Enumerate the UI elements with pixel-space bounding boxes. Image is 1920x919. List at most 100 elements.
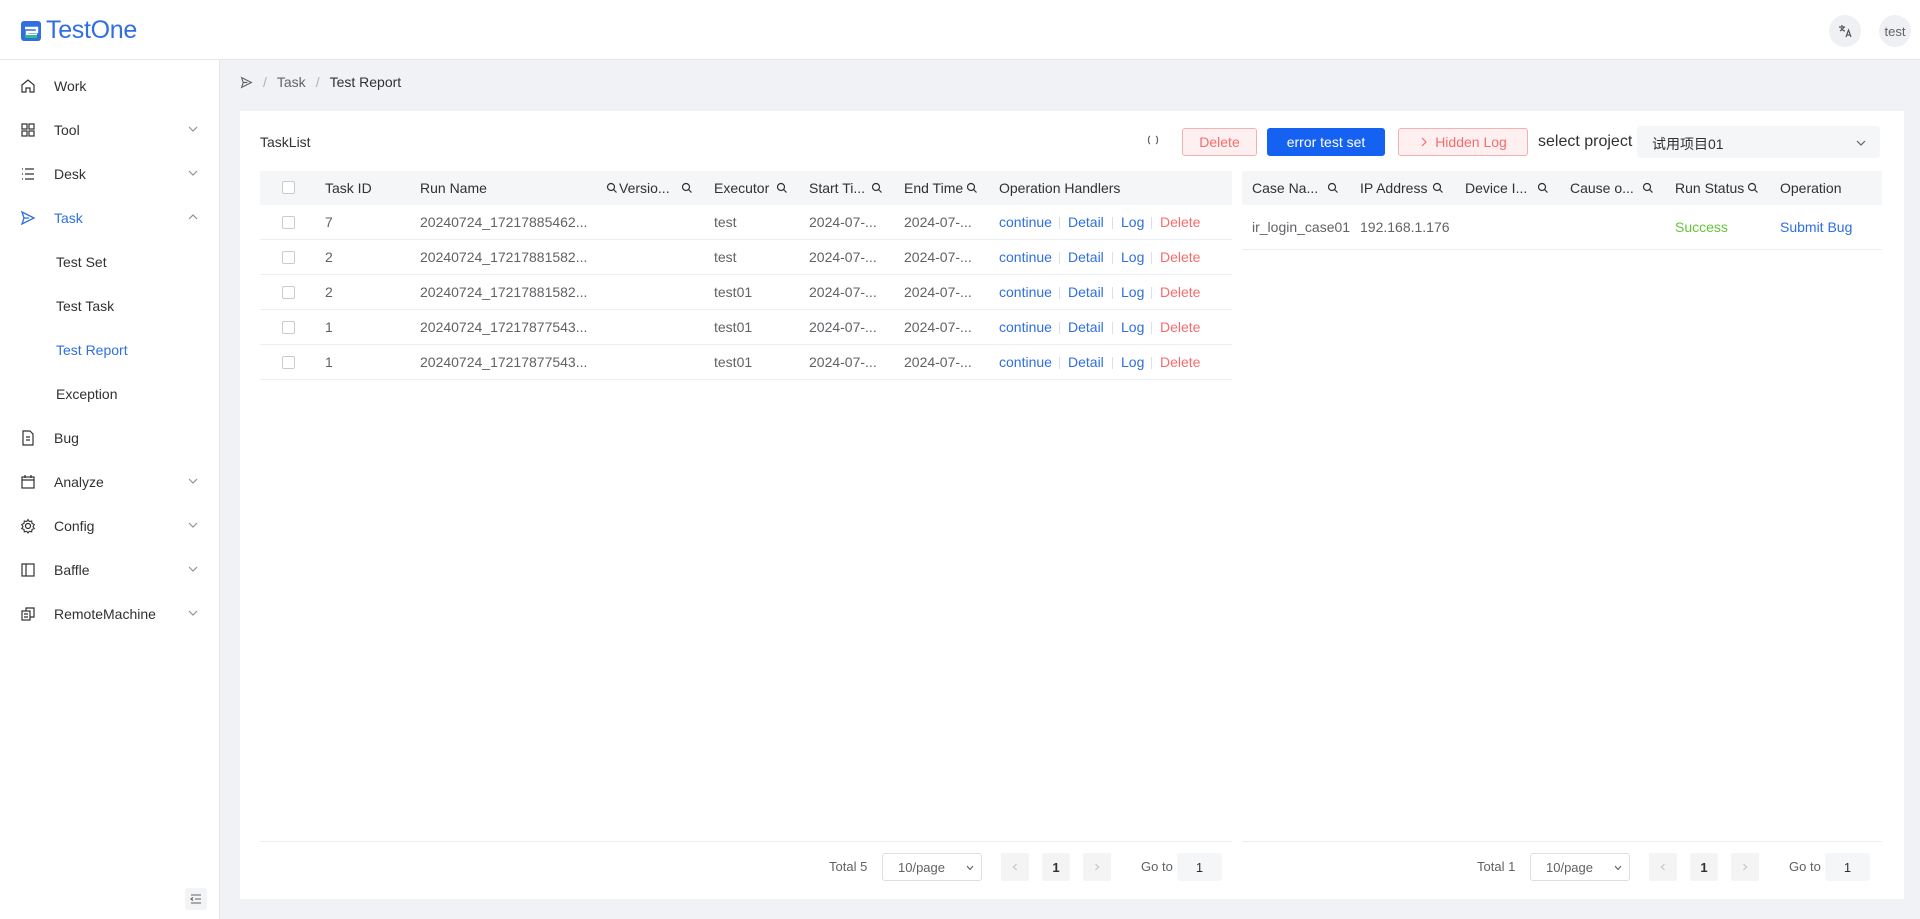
sidebar-subitem-exception[interactable]: Exception — [0, 372, 219, 416]
column-header: Device I... — [1465, 180, 1528, 196]
table-row[interactable]: 1 20240724_17217877543... test01 2024-07… — [260, 310, 1232, 345]
next-page-button[interactable] — [1731, 853, 1759, 881]
executor: test — [714, 249, 737, 265]
sidebar-collapse-button[interactable] — [185, 888, 207, 910]
task-table-header: Task ID Run Name Versio... Executor Star… — [260, 171, 1232, 205]
log-link[interactable]: Log — [1121, 284, 1144, 300]
action-divider — [1112, 287, 1113, 299]
continue-link[interactable]: continue — [999, 354, 1052, 370]
search-icon[interactable] — [1747, 182, 1759, 194]
error-test-set-button[interactable]: error test set — [1267, 128, 1385, 156]
log-link[interactable]: Log — [1121, 214, 1144, 230]
task-id: 2 — [325, 249, 333, 265]
search-icon[interactable] — [1537, 182, 1549, 194]
delete-link[interactable]: Delete — [1160, 319, 1200, 335]
page-size-select[interactable]: 10/page — [1530, 853, 1630, 881]
search-icon[interactable] — [1642, 182, 1654, 194]
ip-address: 192.168.1.176 — [1360, 219, 1450, 235]
gear-icon — [20, 518, 36, 534]
row-checkbox[interactable] — [282, 356, 295, 369]
detail-link[interactable]: Detail — [1068, 249, 1104, 265]
sidebar-item-label: RemoteMachine — [54, 606, 156, 622]
action-divider — [1112, 357, 1113, 369]
row-checkbox[interactable] — [282, 216, 295, 229]
action-divider — [1151, 357, 1152, 369]
run-name: 20240724_17217881582... — [420, 249, 588, 265]
search-icon[interactable] — [871, 182, 883, 194]
table-row[interactable]: 7 20240724_17217885462... test 2024-07-.… — [260, 205, 1232, 240]
chevron-down-icon — [188, 566, 198, 572]
sidebar-item-analyze[interactable]: Analyze — [0, 460, 219, 504]
hidden-log-button[interactable]: Hidden Log — [1398, 128, 1528, 156]
sidebar-item-desk[interactable]: Desk — [0, 152, 219, 196]
end-time: 2024-07-... — [904, 319, 972, 335]
search-icon[interactable] — [776, 182, 788, 194]
user-avatar[interactable]: test — [1879, 15, 1911, 47]
project-select[interactable]: 试用项目01 — [1637, 126, 1880, 158]
sidebar-item-work[interactable]: Work — [0, 64, 219, 108]
delete-link[interactable]: Delete — [1160, 249, 1200, 265]
prev-page-button[interactable] — [1649, 853, 1677, 881]
row-checkbox[interactable] — [282, 321, 295, 334]
table-row[interactable]: 1 20240724_17217877543... test01 2024-07… — [260, 345, 1232, 380]
search-icon[interactable] — [681, 182, 693, 194]
sidebar-item-baffle[interactable]: Baffle — [0, 548, 219, 592]
sidebar-item-bug[interactable]: Bug — [0, 416, 219, 460]
log-link[interactable]: Log — [1121, 249, 1144, 265]
select-all-checkbox[interactable] — [282, 181, 295, 194]
page-number[interactable]: 1 — [1690, 853, 1718, 881]
goto-input[interactable]: 1 — [1825, 853, 1870, 881]
detail-link[interactable]: Detail — [1068, 354, 1104, 370]
search-icon[interactable] — [1327, 182, 1339, 194]
column-header: Versio... — [619, 180, 670, 196]
chevron-down-icon — [1614, 865, 1622, 871]
sidebar-subitem-test-task[interactable]: Test Task — [0, 284, 219, 328]
breadcrumb-task[interactable]: Task — [277, 74, 306, 90]
app-name: TestOne — [46, 16, 138, 44]
sidebar-item-remotemachine[interactable]: RemoteMachine — [0, 592, 219, 636]
sidebar-subitem-label: Exception — [56, 386, 118, 402]
log-link[interactable]: Log — [1121, 354, 1144, 370]
continue-link[interactable]: continue — [999, 284, 1052, 300]
row-checkbox[interactable] — [282, 286, 295, 299]
breadcrumb-separator: / — [263, 74, 267, 90]
table-row[interactable]: 2 20240724_17217881582... test 2024-07-.… — [260, 240, 1232, 275]
submit-bug-link[interactable]: Submit Bug — [1780, 219, 1852, 235]
sidebar-item-config[interactable]: Config — [0, 504, 219, 548]
sidebar-subitem-test-report[interactable]: Test Report — [0, 328, 219, 372]
action-divider — [1151, 322, 1152, 334]
sidebar-subitem-label: Test Set — [56, 254, 107, 270]
log-link[interactable]: Log — [1121, 319, 1144, 335]
detail-link[interactable]: Detail — [1068, 214, 1104, 230]
continue-link[interactable]: continue — [999, 319, 1052, 335]
refresh-icon[interactable] — [1145, 132, 1161, 148]
delete-button[interactable]: Delete — [1182, 128, 1257, 156]
hidden-log-label: Hidden Log — [1435, 134, 1507, 150]
row-checkbox[interactable] — [282, 251, 295, 264]
table-row[interactable]: ir_login_case01 192.168.1.176 Success Su… — [1242, 205, 1882, 250]
sidebar-subitem-test-set[interactable]: Test Set — [0, 240, 219, 284]
search-icon[interactable] — [1432, 182, 1444, 194]
action-divider — [1112, 217, 1113, 229]
run-name: 20240724_17217885462... — [420, 214, 588, 230]
sidebar-item-task[interactable]: Task — [0, 196, 219, 240]
translate-button[interactable] — [1829, 15, 1861, 47]
search-icon[interactable] — [606, 182, 618, 194]
delete-link[interactable]: Delete — [1160, 284, 1200, 300]
task-id: 1 — [325, 319, 333, 335]
detail-link[interactable]: Detail — [1068, 284, 1104, 300]
sidebar-item-tool[interactable]: Tool — [0, 108, 219, 152]
app-logo[interactable]: TestOne — [20, 16, 137, 45]
table-row[interactable]: 2 20240724_17217881582... test01 2024-07… — [260, 275, 1232, 310]
sidebar-item-label: Baffle — [54, 562, 90, 578]
chevron-down-icon — [188, 610, 198, 616]
list-icon — [22, 168, 34, 180]
continue-link[interactable]: continue — [999, 249, 1052, 265]
detail-link[interactable]: Detail — [1068, 319, 1104, 335]
search-icon[interactable] — [966, 182, 978, 194]
continue-link[interactable]: continue — [999, 214, 1052, 230]
delete-link[interactable]: Delete — [1160, 214, 1200, 230]
machine-icon — [21, 607, 35, 621]
run-name: 20240724_17217877543... — [420, 354, 588, 370]
delete-link[interactable]: Delete — [1160, 354, 1200, 370]
